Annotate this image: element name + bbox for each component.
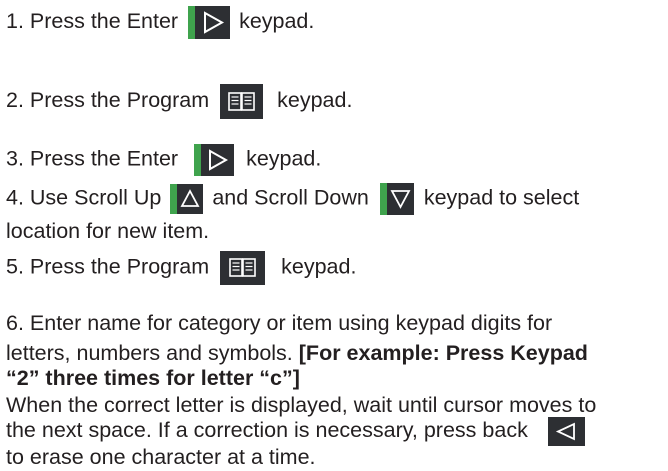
- step-2-suffix: keypad.: [277, 88, 353, 113]
- step-4: 4. Use Scroll Up and Scroll Down keypad …: [6, 183, 579, 215]
- step-6-line-2-text: letters, numbers and symbols.: [6, 341, 293, 365]
- step-1: 1. Press the Enter keypad.: [6, 6, 314, 39]
- step-6-line-6: to erase one character at a time.: [6, 445, 316, 469]
- program-book-icon: [220, 251, 266, 285]
- step-3-text: 3. Press the Enter: [6, 146, 179, 171]
- back-arrow-icon: [547, 417, 585, 446]
- step-2-text: 2. Press the Program: [6, 88, 210, 113]
- step-1-suffix: keypad.: [239, 9, 315, 34]
- step-6-line-5-text: the next space. If a correction is neces…: [6, 418, 528, 443]
- step-4-middle: and Scroll Down: [212, 185, 369, 210]
- step-5-text: 5. Press the Program: [6, 254, 210, 279]
- scroll-down-keypad: [379, 183, 414, 215]
- enter-keypad-icon: [201, 144, 235, 176]
- enter-keypad: [194, 144, 235, 176]
- step-6-line-4: When the correct letter is displayed, wa…: [6, 393, 597, 417]
- step-2: 2. Press the Program keypad.: [6, 84, 352, 119]
- step-4-suffix: keypad to select: [423, 185, 580, 210]
- enter-keypad-icon: [195, 6, 231, 39]
- step-5-suffix: keypad.: [281, 254, 357, 279]
- step-4-continuation: location for new item.: [6, 219, 210, 243]
- step-6-example-start: [For example: Press Keypad: [292, 341, 588, 365]
- program-book-icon: [220, 84, 264, 119]
- enter-keypad: [188, 6, 231, 39]
- step-6-line-1: 6. Enter name for category or item using…: [6, 311, 553, 335]
- step-5: 5. Press the Program keypad.: [6, 251, 356, 285]
- step-1-text: 1. Press the Enter: [6, 9, 179, 34]
- step-4-text: 4. Use Scroll Up: [6, 185, 162, 210]
- step-3-suffix: keypad.: [246, 146, 322, 171]
- scroll-up-keypad: [170, 184, 204, 214]
- step-3: 3. Press the Enter keypad.: [6, 144, 321, 176]
- scroll-down-icon: [386, 183, 414, 215]
- step-6-line-5: the next space. If a correction is neces…: [6, 417, 585, 446]
- step-6-line-2: letters, numbers and symbols. [For examp…: [6, 340, 588, 366]
- step-6-example-end: “2” three times for letter “c”]: [6, 366, 300, 390]
- scroll-up-icon: [177, 184, 204, 214]
